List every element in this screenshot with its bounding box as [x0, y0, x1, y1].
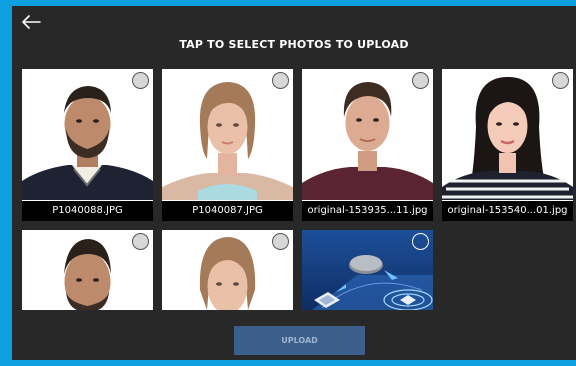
photo-tile[interactable]: P1040087.JPG — [162, 69, 293, 221]
photo-caption: P1040088.JPG — [22, 201, 153, 221]
photo-picker-screen: TAP TO SELECT PHOTOS TO UPLOAD P1040088.… — [12, 6, 576, 360]
photo-tile[interactable]: original-153935...11.jpg — [302, 69, 433, 221]
photo-tile[interactable]: original-153540...01.jpg — [442, 69, 573, 221]
photo-caption: P1040087.JPG — [162, 201, 293, 221]
arrow-left-icon — [22, 15, 41, 29]
select-checkbox[interactable] — [132, 72, 149, 89]
select-checkbox[interactable] — [272, 72, 289, 89]
photo-caption: original-153935...11.jpg — [302, 201, 433, 221]
woman-portrait — [162, 69, 293, 200]
page-title: TAP TO SELECT PHOTOS TO UPLOAD — [179, 38, 409, 51]
select-checkbox[interactable] — [132, 233, 149, 250]
photo-tile[interactable]: P1040088.JPG — [22, 69, 153, 221]
select-checkbox[interactable] — [412, 72, 429, 89]
back-button[interactable] — [18, 10, 44, 34]
select-checkbox[interactable] — [412, 233, 429, 250]
woman-dark-hair-portrait — [442, 69, 573, 200]
photo-tile[interactable] — [162, 230, 293, 310]
photo-caption: original-153540...01.jpg — [442, 201, 573, 221]
photo-tile[interactable] — [302, 230, 433, 310]
man-portrait — [302, 69, 433, 200]
man-bearded-portrait — [22, 69, 153, 200]
photo-tile[interactable] — [22, 230, 153, 310]
select-checkbox[interactable] — [552, 72, 569, 89]
upload-button[interactable]: UPLOAD — [234, 326, 365, 355]
select-checkbox[interactable] — [272, 233, 289, 250]
